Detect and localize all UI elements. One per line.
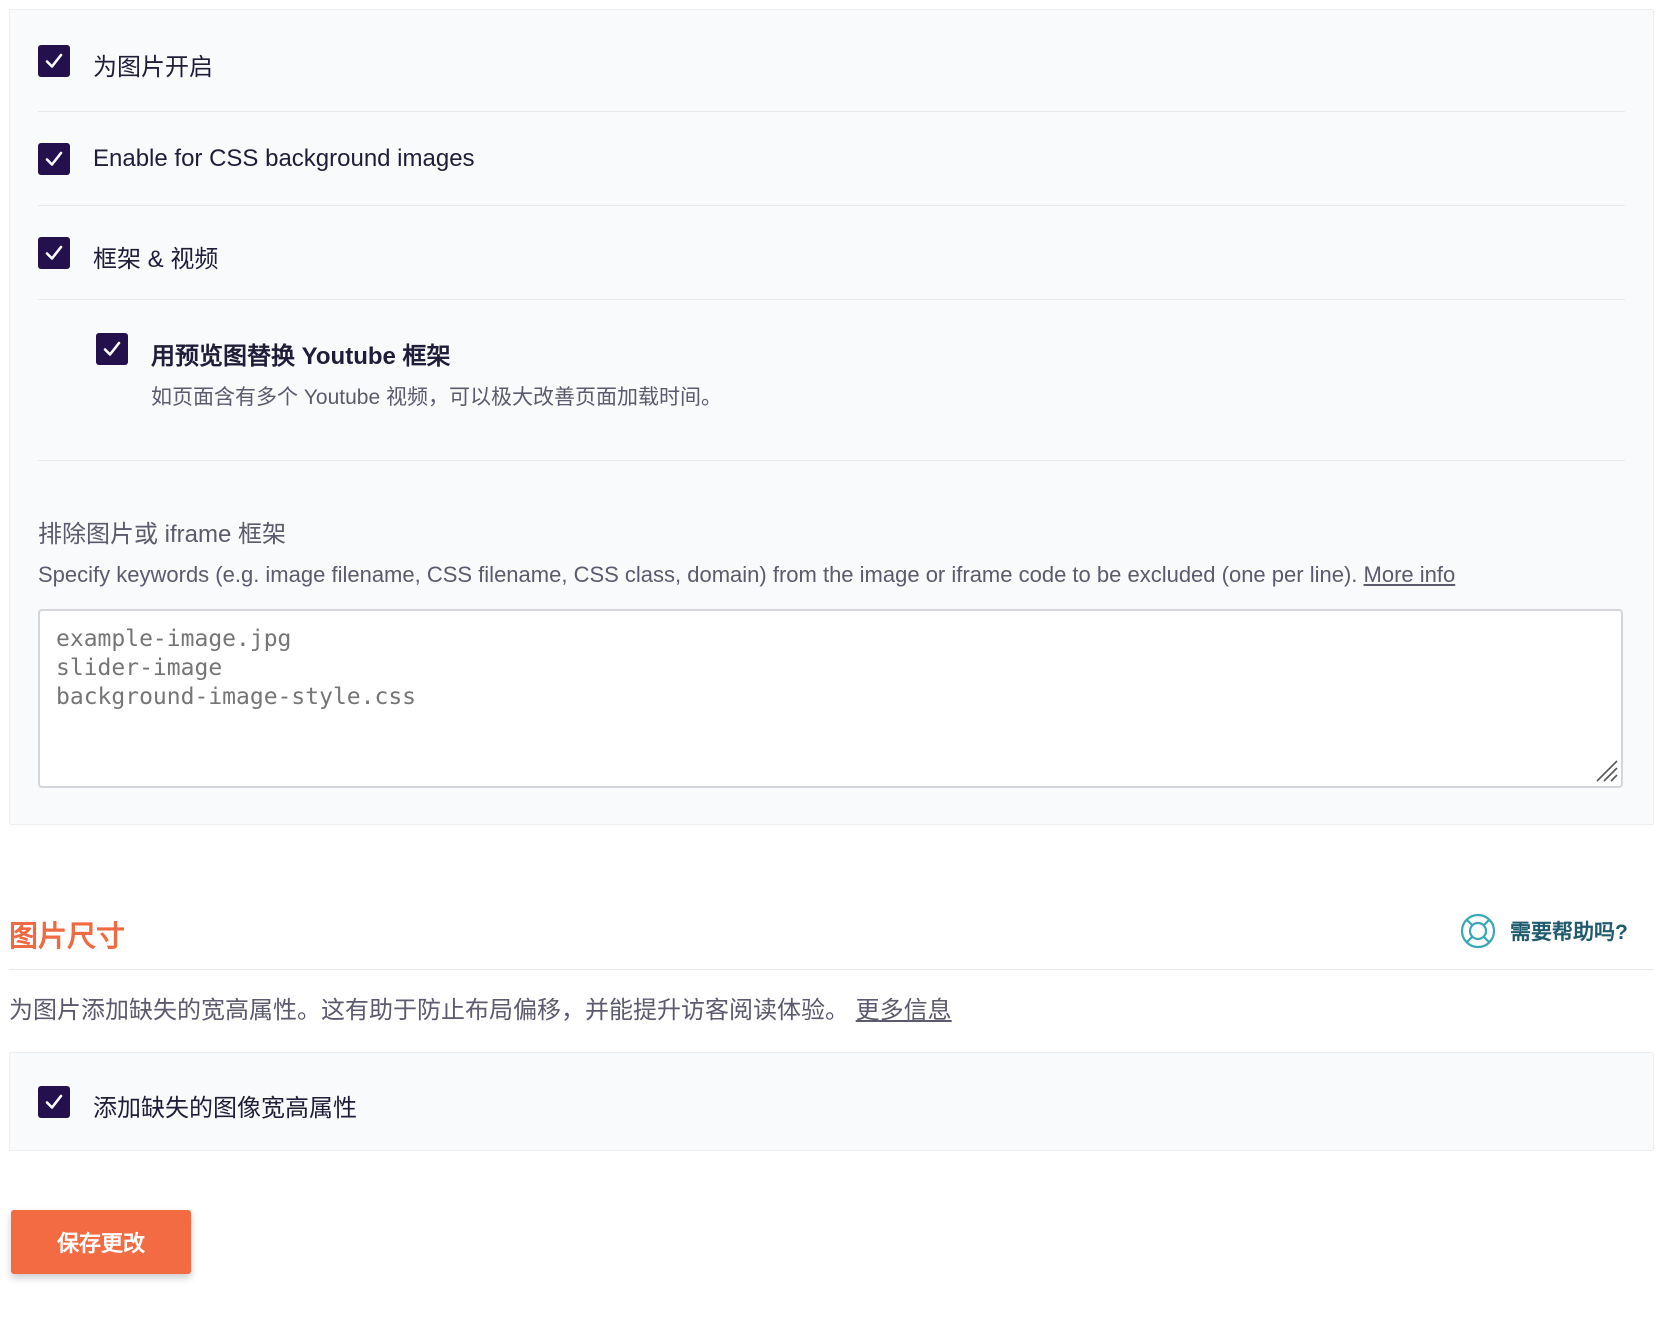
checkmark-icon <box>45 53 63 68</box>
css-bg-option-row: Enable for CSS background images <box>38 112 1625 206</box>
help-label: 需要帮助吗? <box>1510 921 1628 944</box>
exclusions-more-info-link[interactable]: More info <box>1364 562 1456 587</box>
save-changes-button[interactable]: 保存更改 <box>11 1210 191 1274</box>
section-divider <box>9 969 1654 970</box>
checkmark-icon <box>45 1094 63 1109</box>
lifebuoy-icon <box>1460 913 1496 949</box>
youtube-description: 如页面含有多个 Youtube 视频，可以极大改善页面加载时间。 <box>151 386 722 409</box>
checkmark-icon <box>45 151 63 166</box>
youtube-label: 用预览图替换 Youtube 框架 <box>151 343 451 370</box>
help-link[interactable]: 需要帮助吗? <box>1460 913 1628 949</box>
images-checkbox[interactable] <box>38 45 70 77</box>
css-bg-checkbox[interactable] <box>38 143 70 175</box>
add-missing-dimensions-label: 添加缺失的图像宽高属性 <box>93 1095 357 1122</box>
exclusions-description-text: Specify keywords (e.g. image filename, C… <box>38 562 1358 587</box>
exclusions-title: 排除图片或 iframe 框架 <box>38 521 287 548</box>
exclusions-description: Specify keywords (e.g. image filename, C… <box>38 562 1455 588</box>
css-bg-label: Enable for CSS background images <box>93 145 475 172</box>
images-option-row: 为图片开启 <box>38 10 1625 112</box>
add-missing-dimensions-checkbox[interactable] <box>38 1086 70 1118</box>
iframes-option-row: 框架 & 视频 <box>38 206 1625 300</box>
images-label: 为图片开启 <box>93 54 213 81</box>
image-dimensions-more-info-link[interactable]: 更多信息 <box>856 997 952 1024</box>
exclusions-textarea[interactable] <box>38 609 1623 788</box>
youtube-option-row: 用预览图替换 Youtube 框架 如页面含有多个 Youtube 视频，可以极… <box>38 300 1625 461</box>
image-dimensions-panel: 添加缺失的图像宽高属性 <box>9 1052 1654 1151</box>
image-dimensions-title: 图片尺寸 <box>9 921 126 953</box>
checkmark-icon <box>103 341 121 356</box>
iframes-checkbox[interactable] <box>38 237 70 269</box>
checkmark-icon <box>45 245 63 260</box>
image-dimensions-description-text: 为图片添加缺失的宽高属性。这有助于防止布局偏移，并能提升访客阅读体验。 <box>9 997 849 1024</box>
youtube-checkbox[interactable] <box>96 333 128 365</box>
iframes-label: 框架 & 视频 <box>93 246 219 273</box>
resize-handle-icon[interactable] <box>1593 757 1619 783</box>
image-dimensions-description: 为图片添加缺失的宽高属性。这有助于防止布局偏移，并能提升访客阅读体验。 更多信息 <box>9 990 952 1025</box>
